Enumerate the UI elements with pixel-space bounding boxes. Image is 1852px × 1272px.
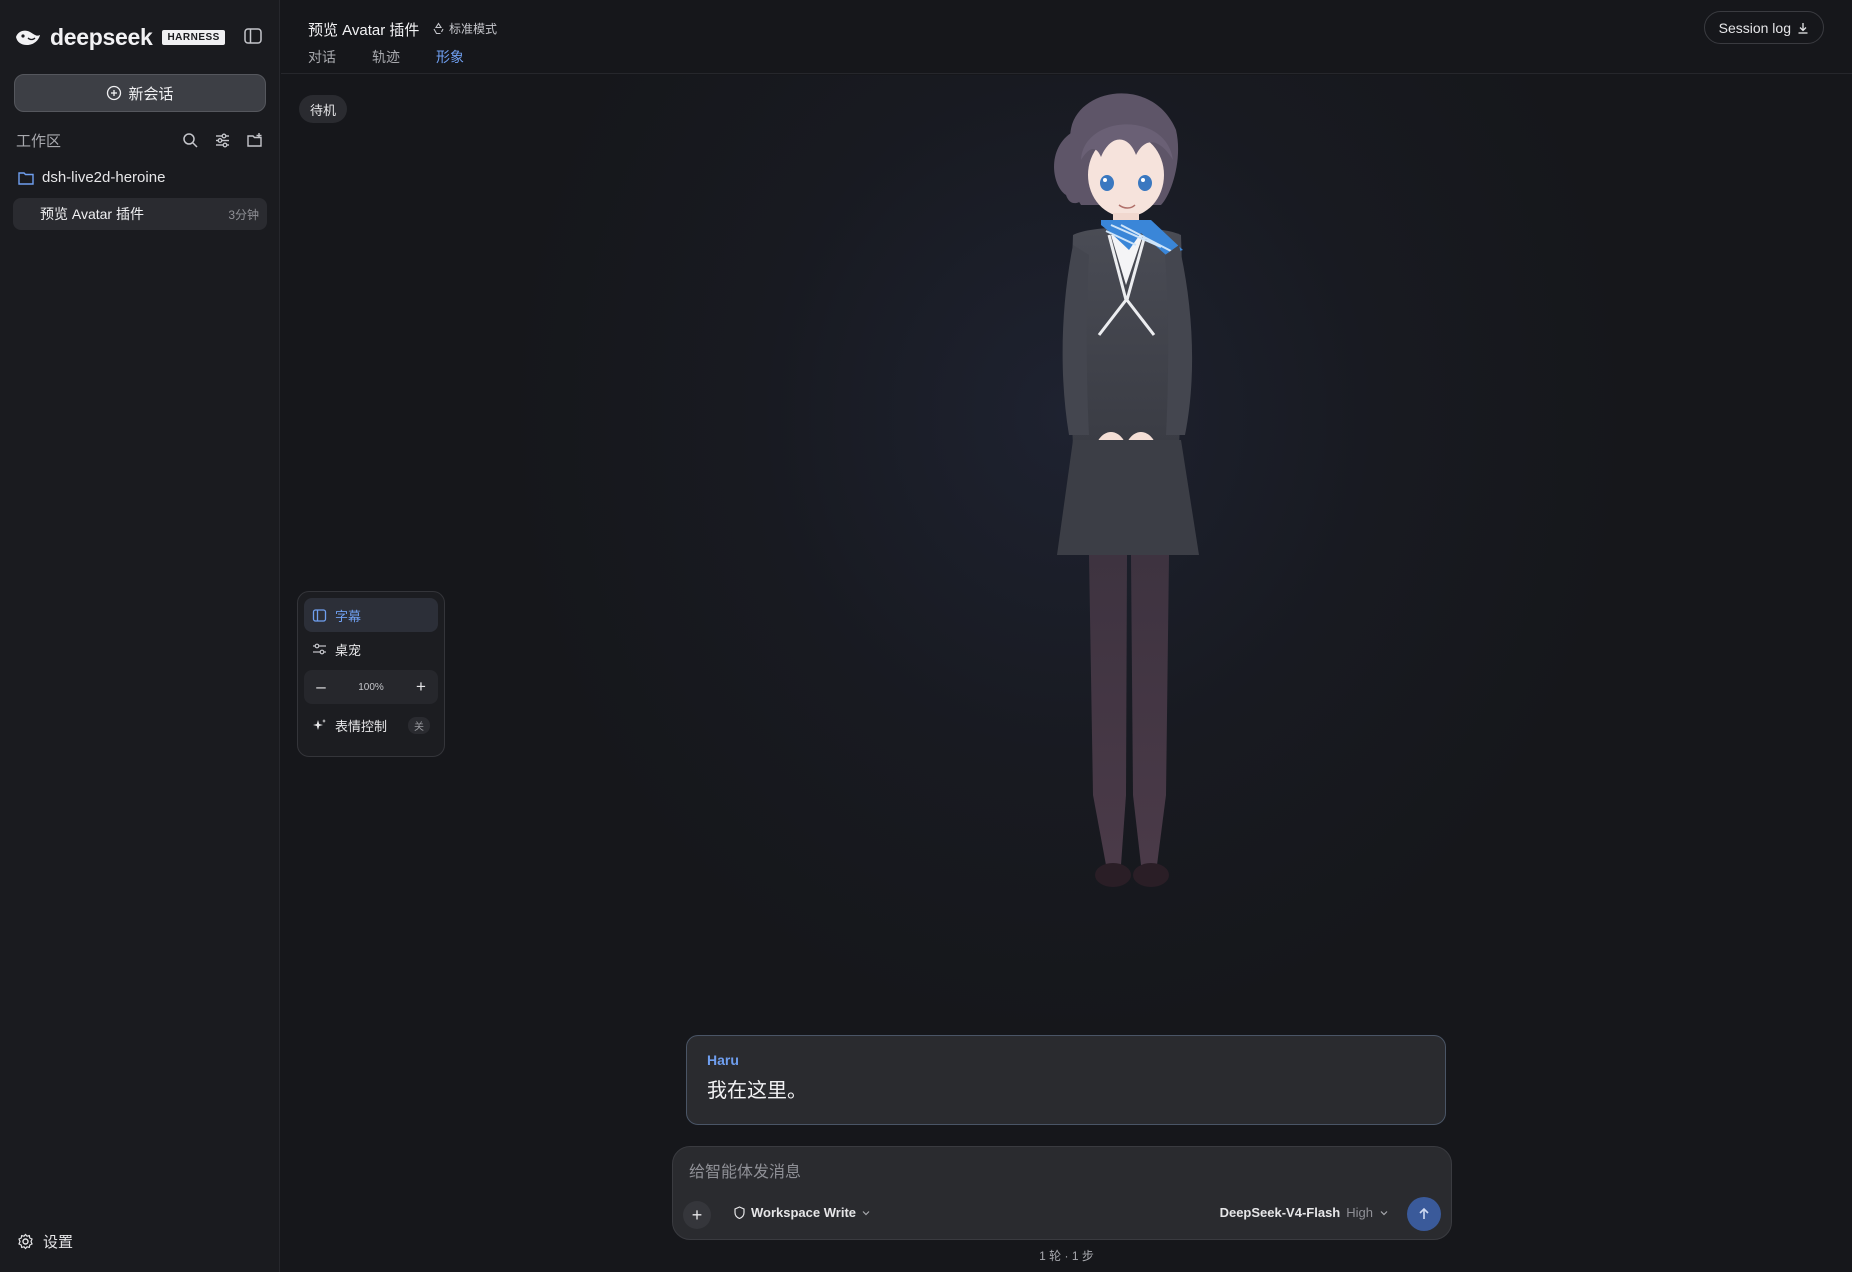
attach-button[interactable]: + <box>683 1201 711 1229</box>
mode-badge[interactable]: 标准模式 <box>432 20 497 37</box>
zoom-level: 100% <box>358 681 384 693</box>
sidebar: deepseek HARNESS 新会话 工作区 dsh-live2d-hero… <box>0 0 280 1272</box>
search-icon[interactable] <box>180 130 200 150</box>
desktop-label: 桌宠 <box>335 642 362 658</box>
folder-icon <box>18 171 34 185</box>
plus-circle-icon <box>107 85 122 101</box>
mode-label: 标准模式 <box>449 22 498 36</box>
tab-avatar[interactable]: 形象 <box>436 47 464 77</box>
session-time: 3分钟 <box>228 207 259 222</box>
tab-chat[interactable]: 对话 <box>308 47 336 77</box>
page-title: 预览 Avatar 插件 <box>308 22 420 39</box>
subtitle-label: 字幕 <box>335 608 362 624</box>
shield-icon <box>734 1206 745 1219</box>
new-chat-label: 新会话 <box>128 85 174 103</box>
session-log-button[interactable]: Session log <box>1703 11 1824 44</box>
expression-label: 表情控制 <box>335 718 388 734</box>
session-item[interactable]: 预览 Avatar 插件 3分钟 <box>13 198 267 230</box>
subtitle-toggle[interactable]: 字幕 <box>304 598 438 632</box>
arrow-up-icon <box>1419 1207 1429 1219</box>
tab-trace[interactable]: 轨迹 <box>372 47 400 77</box>
new-folder-icon[interactable] <box>244 130 264 150</box>
tab-bar: 对话 轨迹 形象 <box>308 47 464 77</box>
speaker-name: Haru <box>707 1052 739 1068</box>
recycle-icon <box>433 22 444 35</box>
session-title: 预览 Avatar 插件 <box>40 206 144 222</box>
download-icon <box>1798 22 1808 34</box>
chevron-down-icon <box>862 1210 870 1215</box>
zoom-in-button[interactable]: + <box>412 677 430 697</box>
sparkle-icon <box>313 718 326 730</box>
workspace-tools <box>180 130 264 150</box>
subtitle-text: 我在这里。 <box>707 1080 807 1102</box>
status-badge: 待机 <box>299 95 348 123</box>
top-header: 预览 Avatar 插件 标准模式 对话 轨迹 形象 Session log <box>281 0 1852 77</box>
zoom-control: – 100% + <box>304 670 438 704</box>
permission-label: Workspace Write <box>751 1205 857 1220</box>
message-input[interactable] <box>689 1161 1429 1185</box>
app-window: deepseek HARNESS 新会话 工作区 dsh-live2d-hero… <box>0 0 1852 1272</box>
session-log-label: Session log <box>1718 19 1791 36</box>
avatar-stage: 待机 字幕 桌宠 – 100% + 表情控制 关 Haru 我在这里。 给智能体… <box>281 75 1852 1272</box>
model-selector[interactable]: DeepSeek-V4-Flash High <box>1220 1205 1389 1220</box>
whale-icon <box>16 30 40 45</box>
filter-icon[interactable] <box>212 130 232 150</box>
message-composer: + Workspace Write DeepSeek-V4-Flash High <box>672 1146 1452 1240</box>
live2d-avatar[interactable] <box>961 75 1291 1025</box>
subtitle-bubble: Haru 我在这里。 <box>686 1035 1446 1125</box>
brand-logo: deepseek HARNESS <box>14 22 225 52</box>
panel-icon <box>312 608 327 622</box>
workspace-folder[interactable]: dsh-live2d-heroine <box>18 169 165 186</box>
brand-name: deepseek <box>50 23 153 50</box>
send-button[interactable] <box>1407 1197 1441 1231</box>
settings-label: 设置 <box>43 1234 74 1251</box>
zoom-out-button[interactable]: – <box>312 677 330 697</box>
turn-step-counter: 1 轮 · 1 步 <box>1039 1249 1094 1263</box>
expression-control-toggle[interactable]: 表情控制 关 <box>304 708 438 742</box>
brand-tag: HARNESS <box>162 29 225 45</box>
permission-selector[interactable]: Workspace Write <box>733 1205 871 1220</box>
new-chat-button[interactable]: 新会话 <box>14 74 266 112</box>
chevron-down-icon <box>1380 1210 1388 1215</box>
workspace-label: 工作区 <box>16 133 62 150</box>
sidebar-toggle-icon[interactable] <box>242 25 264 47</box>
settings-button[interactable]: 设置 <box>17 1231 73 1252</box>
folder-name: dsh-live2d-heroine <box>42 169 166 186</box>
model-name: DeepSeek-V4-Flash <box>1219 1205 1341 1220</box>
desktop-pet-toggle[interactable]: 桌宠 <box>304 632 438 666</box>
avatar-control-panel: 字幕 桌宠 – 100% + 表情控制 关 <box>297 591 445 757</box>
sliders-icon <box>313 643 326 654</box>
expression-state-badge: 关 <box>408 716 430 734</box>
effort-level: High <box>1346 1205 1373 1220</box>
gear-icon <box>18 1233 33 1250</box>
